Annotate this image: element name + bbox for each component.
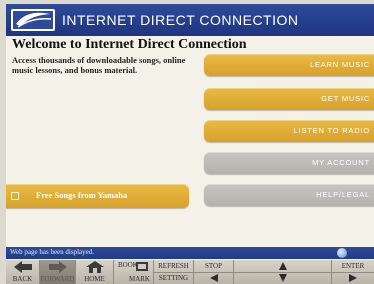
- back-button[interactable]: BACK: [6, 260, 40, 284]
- arrow-left-icon: [13, 261, 32, 273]
- forward-label: FORWARD: [40, 275, 75, 283]
- yamaha-logo: [11, 9, 55, 31]
- free-songs-button[interactable]: Free Songs from Yamaha: [6, 184, 189, 208]
- my-account-button[interactable]: MY ACCOUNT: [204, 152, 374, 174]
- arrow-right-icon: [48, 261, 67, 273]
- app-title: INTERNET DIRECT CONNECTION: [62, 12, 299, 28]
- left-arrow-icon: [209, 274, 218, 282]
- globe-icon: [337, 248, 347, 258]
- title-bar: INTERNET DIRECT CONNECTION: [6, 4, 374, 36]
- up-arrow-icon: [278, 262, 287, 270]
- status-text: Web page has been displayed.: [10, 248, 94, 256]
- browser-screen: INTERNET DIRECT CONNECTION Welcome to In…: [6, 4, 374, 284]
- home-icon: [85, 261, 104, 273]
- right-arrow-button[interactable]: [332, 272, 374, 284]
- get-music-button[interactable]: GET MUSIC: [204, 88, 374, 110]
- checkbox-icon: [11, 192, 19, 200]
- help-legal-button[interactable]: HELP/LEGAL: [204, 184, 374, 206]
- page-description: Access thousands of downloadable songs, …: [12, 55, 186, 75]
- page-title: Welcome to Internet Direct Connection: [12, 37, 247, 52]
- setting-button[interactable]: SETTING: [154, 272, 193, 284]
- browser-toolbar: BACK FORWARD HOME BOOK MARK REFRESH SETT…: [6, 260, 374, 284]
- forward-button[interactable]: FORWARD: [40, 260, 76, 284]
- back-label: BACK: [12, 275, 33, 283]
- enter-group: ENTER: [332, 260, 374, 284]
- bookmark-label-bottom: MARK: [128, 275, 150, 283]
- right-arrow-icon: [349, 274, 357, 282]
- bookmark-label-top: BOOK: [118, 261, 138, 269]
- refresh-setting-group: REFRESH SETTING: [154, 260, 194, 284]
- up-down-group: [234, 260, 332, 284]
- status-bar: Web page has been displayed.: [6, 247, 374, 259]
- free-songs-label: Free Songs from Yamaha: [36, 190, 128, 200]
- down-arrow-button[interactable]: [234, 272, 331, 284]
- down-arrow-icon: [278, 274, 287, 282]
- home-label: HOME: [84, 275, 105, 283]
- bookmark-button[interactable]: BOOK MARK: [114, 260, 154, 284]
- learn-music-button[interactable]: LEARN MUSIC: [204, 54, 374, 76]
- stop-group: STOP: [194, 260, 234, 284]
- left-arrow-button[interactable]: [194, 272, 233, 284]
- listen-to-radio-button[interactable]: LISTEN TO RADIO: [204, 120, 374, 142]
- home-button[interactable]: HOME: [76, 260, 114, 284]
